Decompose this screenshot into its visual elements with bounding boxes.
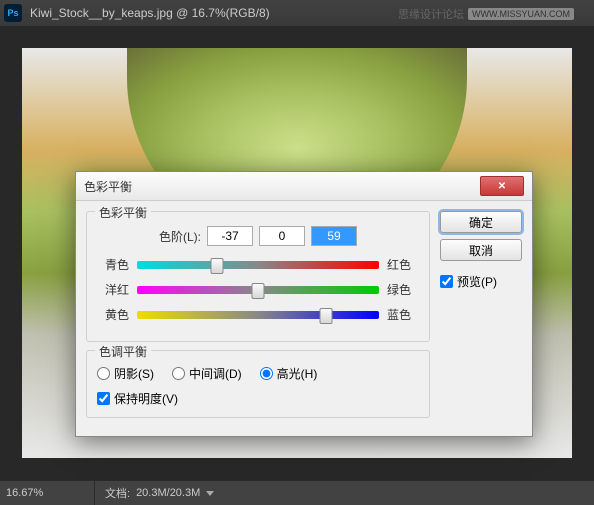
slider-thumb-1[interactable] — [210, 258, 223, 274]
photoshop-icon: Ps — [4, 4, 22, 22]
label-green: 绿色 — [387, 281, 419, 298]
zoom-indicator[interactable]: 16.67% — [0, 481, 95, 505]
radio-shadows[interactable]: 阴影(S) — [97, 365, 154, 382]
group-label-tone: 色调平衡 — [95, 343, 151, 360]
watermark-url: WWW.MISSYUAN.COM — [468, 8, 574, 20]
preview-option[interactable]: 预览(P) — [440, 273, 522, 290]
titlebar: Ps Kiwi_Stock__by_keaps.jpg @ 16.7%(RGB/… — [0, 0, 594, 26]
document-title: Kiwi_Stock__by_keaps.jpg @ 16.7%(RGB/8) — [30, 6, 270, 20]
color-balance-group: 色彩平衡 色阶(L): 青色 — [86, 211, 430, 342]
dialog-left-panel: 色彩平衡 色阶(L): 青色 — [86, 211, 430, 426]
statusbar: 16.67% 文档: 20.3M/20.3M — [0, 480, 594, 505]
document-info[interactable]: 文档: 20.3M/20.3M — [95, 485, 224, 501]
dialog-title: 色彩平衡 — [84, 178, 480, 195]
preview-checkbox[interactable] — [440, 275, 453, 288]
slider-track-1[interactable] — [137, 260, 379, 270]
slider-thumb-3[interactable] — [319, 308, 332, 324]
doc-info-size: 20.3M/20.3M — [136, 487, 200, 499]
preserve-luminosity-checkbox[interactable] — [97, 392, 110, 405]
dialog-right-panel: 确定 取消 预览(P) — [440, 211, 522, 426]
levels-label: 色阶(L): — [159, 228, 201, 245]
dialog-titlebar[interactable]: 色彩平衡 ✕ — [76, 172, 532, 201]
radio-highlights-input[interactable] — [260, 367, 273, 380]
label-cyan: 青色 — [97, 256, 129, 273]
label-yellow: 黄色 — [97, 306, 129, 323]
label-red: 红色 — [387, 256, 419, 273]
ok-button[interactable]: 确定 — [440, 211, 522, 233]
app-window: Ps Kiwi_Stock__by_keaps.jpg @ 16.7%(RGB/… — [0, 0, 594, 505]
color-balance-dialog: 色彩平衡 ✕ 色彩平衡 色阶(L): — [75, 171, 533, 437]
slider-thumb-2[interactable] — [252, 283, 265, 299]
preserve-luminosity-label: 保持明度(V) — [114, 390, 178, 407]
slider-track-3[interactable] — [137, 310, 379, 320]
radio-shadows-label: 阴影(S) — [114, 365, 154, 382]
tone-options: 阴影(S) 中间调(D) 高光(H) — [97, 365, 419, 382]
slider-yellow-blue: 黄色 蓝色 — [97, 306, 419, 323]
doc-info-label: 文档: — [105, 485, 130, 501]
canvas-area: 色彩平衡 ✕ 色彩平衡 色阶(L): — [0, 26, 594, 480]
radio-midtones[interactable]: 中间调(D) — [172, 365, 242, 382]
radio-highlights[interactable]: 高光(H) — [260, 365, 318, 382]
preview-label: 预览(P) — [457, 273, 497, 290]
level-input-1[interactable] — [207, 226, 253, 246]
radio-midtones-input[interactable] — [172, 367, 185, 380]
levels-row: 色阶(L): — [97, 226, 419, 246]
label-blue: 蓝色 — [387, 306, 419, 323]
radio-midtones-label: 中间调(D) — [189, 365, 242, 382]
tone-balance-group: 色调平衡 阴影(S) 中间调(D) — [86, 350, 430, 418]
slider-cyan-red: 青色 红色 — [97, 256, 419, 273]
radio-highlights-label: 高光(H) — [277, 365, 318, 382]
watermark: 思缘设计论坛 WWW.MISSYUAN.COM — [398, 6, 574, 22]
zoom-value: 16.67% — [6, 487, 43, 499]
slider-magenta-green: 洋红 绿色 — [97, 281, 419, 298]
dropdown-icon — [206, 491, 214, 496]
close-button[interactable]: ✕ — [480, 176, 524, 196]
group-label-balance: 色彩平衡 — [95, 204, 151, 221]
dialog-body: 色彩平衡 色阶(L): 青色 — [76, 201, 532, 436]
watermark-text: 思缘设计论坛 — [398, 6, 464, 22]
close-icon: ✕ — [498, 181, 506, 192]
slider-track-2[interactable] — [137, 285, 379, 295]
level-input-3[interactable] — [311, 226, 357, 246]
preserve-luminosity[interactable]: 保持明度(V) — [97, 390, 419, 407]
label-magenta: 洋红 — [97, 281, 129, 298]
cancel-button[interactable]: 取消 — [440, 239, 522, 261]
radio-shadows-input[interactable] — [97, 367, 110, 380]
level-input-2[interactable] — [259, 226, 305, 246]
